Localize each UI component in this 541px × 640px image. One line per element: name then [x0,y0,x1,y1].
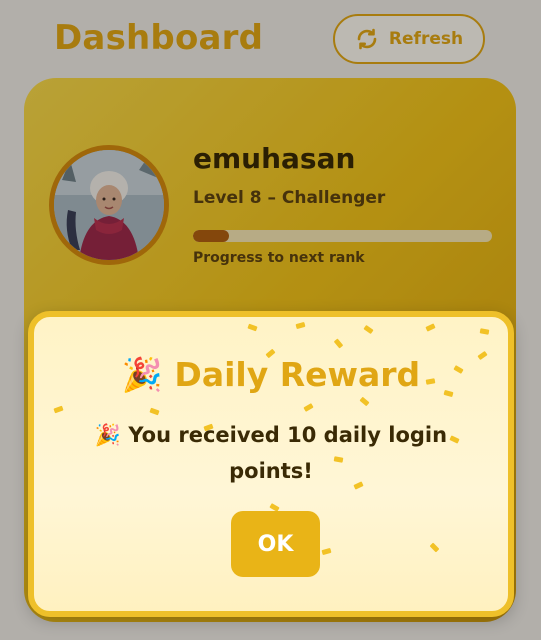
dialog-message-text: You received 10 daily login points! [128,423,448,483]
ok-button[interactable]: OK [231,511,320,577]
dialog-title-text: Daily Reward [174,355,421,394]
dialog-title: 🎉 Daily Reward [34,355,508,395]
dialog-message: 🎉 You received 10 daily login points! [74,417,468,489]
daily-reward-dialog: 🎉 Daily Reward 🎉 You received 10 daily l… [28,311,514,617]
party-popper-icon: 🎉 [94,423,122,447]
party-popper-icon: 🎉 [121,355,163,394]
